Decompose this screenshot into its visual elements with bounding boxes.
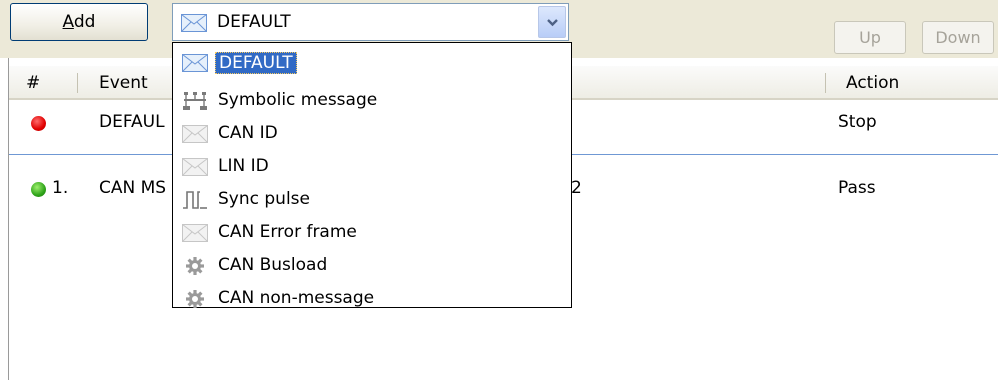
envelope-icon (181, 14, 207, 32)
status-green-icon (31, 182, 46, 197)
status-red-icon (31, 116, 46, 131)
dropdown-item-can-error-frame[interactable]: CAN Error frame (173, 217, 571, 249)
dropdown-item-label: Symbolic message (218, 90, 378, 110)
event-cell-tail: 2 (571, 178, 582, 198)
row-number: 1. (52, 178, 69, 198)
gear-icon (186, 290, 204, 308)
envelope-icon (182, 158, 208, 176)
symbolic-message-icon (183, 92, 207, 110)
dropdown-item-can-non-message[interactable]: CAN non-message (173, 283, 571, 315)
dropdown-item-can-busload[interactable]: CAN Busload (173, 250, 571, 282)
chevron-down-icon (547, 19, 558, 27)
column-header-action[interactable]: Action (846, 73, 899, 93)
dropdown-item-label: LIN ID (218, 156, 269, 176)
combobox-dropdown-button[interactable] (538, 6, 566, 38)
event-cell: DEFAUL (99, 112, 165, 132)
combobox-value: DEFAULT (217, 12, 291, 32)
column-divider[interactable] (825, 73, 826, 93)
action-cell: Stop (838, 112, 877, 132)
column-header-event[interactable]: Event (99, 73, 148, 93)
pulse-icon (183, 191, 207, 209)
add-button-accelerator: A (62, 12, 74, 32)
dropdown-item-label: DEFAULT (215, 52, 297, 74)
dropdown-item-default[interactable]: DEFAULT (173, 47, 571, 79)
action-cell: Pass (838, 178, 876, 198)
dropdown-item-label: CAN Busload (218, 255, 328, 275)
envelope-icon (182, 54, 208, 72)
event-cell: CAN MS (99, 178, 167, 198)
event-type-dropdown-list[interactable]: DEFAULT Symbolic message CAN ID LIN ID S… (172, 42, 572, 308)
column-divider[interactable] (77, 73, 78, 93)
add-button[interactable]: Add (10, 3, 148, 41)
dropdown-item-sync-pulse[interactable]: Sync pulse (173, 184, 571, 216)
dropdown-item-can-id[interactable]: CAN ID (173, 118, 571, 150)
dropdown-item-lin-id[interactable]: LIN ID (173, 151, 571, 183)
dropdown-item-label: CAN Error frame (218, 222, 357, 242)
add-button-label: dd (73, 12, 96, 32)
gear-icon (186, 257, 204, 275)
event-type-combobox[interactable]: DEFAULT (172, 3, 569, 41)
up-button[interactable]: Up (834, 21, 906, 54)
dropdown-item-label: Sync pulse (218, 189, 310, 209)
dropdown-item-symbolic-message[interactable]: Symbolic message (173, 85, 571, 117)
column-header-number[interactable]: # (26, 73, 40, 93)
dropdown-item-label: CAN ID (218, 123, 278, 143)
down-button[interactable]: Down (922, 21, 994, 54)
dropdown-item-label: CAN non-message (218, 288, 375, 308)
envelope-icon (182, 224, 208, 242)
envelope-icon (182, 125, 208, 143)
